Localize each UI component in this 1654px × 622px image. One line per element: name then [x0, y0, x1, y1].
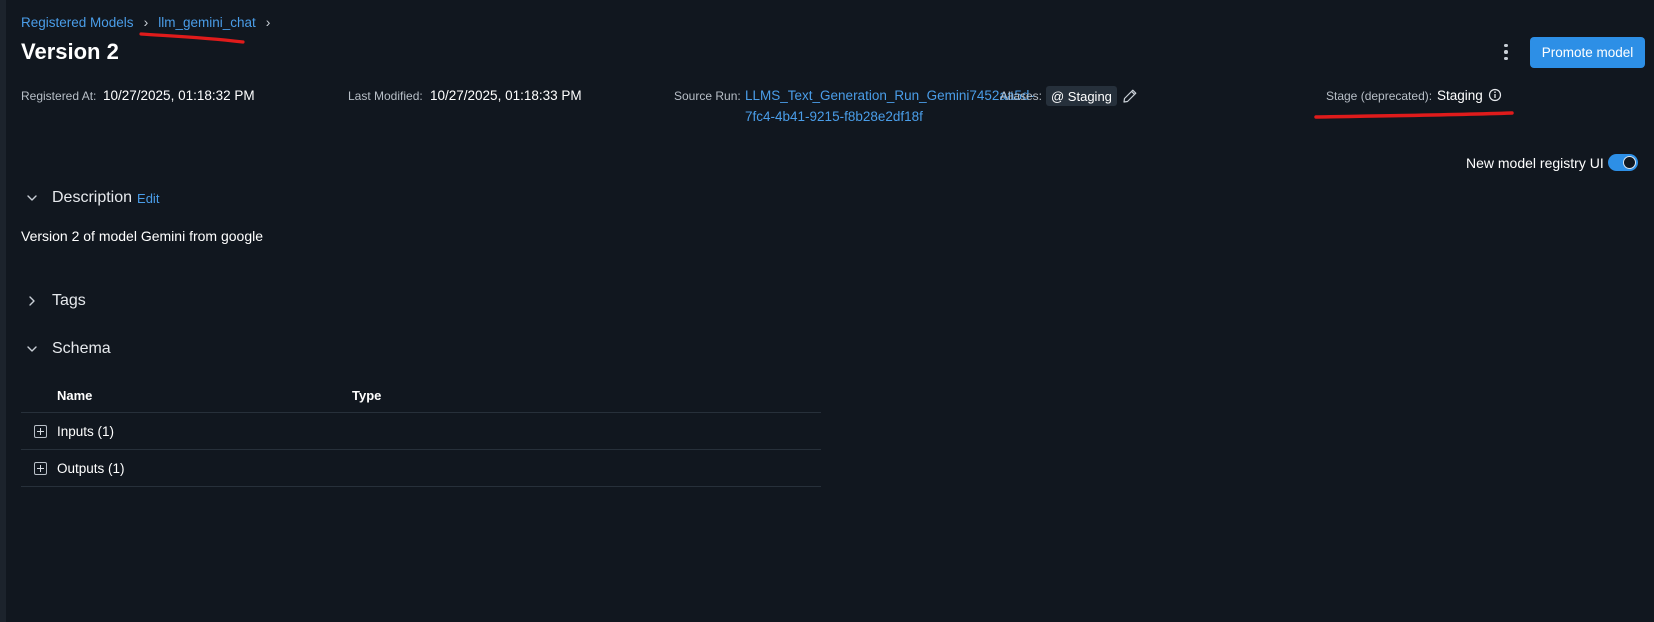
info-icon[interactable]	[1488, 88, 1502, 102]
schema-table: Name Type Inputs (1) Outputs (1)	[21, 378, 821, 487]
chevron-right-icon[interactable]	[24, 293, 40, 309]
source-run-label: Source Run:	[674, 89, 741, 103]
schema-row-name: Outputs (1)	[57, 460, 125, 476]
last-modified-value: 10/27/2025, 01:18:33 PM	[430, 88, 582, 103]
schema-section-header[interactable]: Schema	[24, 340, 111, 358]
schema-title: Schema	[52, 340, 111, 357]
aliases-label: Aliases:	[1000, 89, 1043, 103]
chevron-down-icon[interactable]	[24, 341, 40, 357]
description-text: Version 2 of model Gemini from google	[21, 228, 264, 244]
schema-column-type: Type	[352, 387, 382, 403]
pencil-icon[interactable]	[1122, 88, 1138, 104]
source-run-link-line2[interactable]: 7fc4-4b41-9215-f8b28e2df18f	[745, 109, 923, 124]
schema-row-name: Inputs (1)	[57, 423, 115, 439]
description-title: Description	[52, 189, 133, 206]
breadcrumb-separator-icon: ›	[265, 14, 271, 30]
breadcrumb-separator-icon: ›	[143, 14, 149, 30]
schema-column-name: Name	[57, 387, 93, 403]
tags-title: Tags	[52, 292, 86, 309]
new-registry-ui-toggle[interactable]	[1608, 154, 1638, 171]
stage-value: Staging	[1437, 88, 1483, 103]
breadcrumb-registered-models[interactable]: Registered Models	[21, 15, 134, 30]
plus-square-icon[interactable]	[34, 424, 47, 438]
left-edge-divider	[0, 0, 6, 622]
table-row[interactable]: Outputs (1)	[21, 450, 821, 487]
description-section-header[interactable]: Description Edit	[24, 189, 159, 207]
source-run-link-line1[interactable]: LLMS_Text_Generation_Run_Gemini7452aa5d-	[745, 88, 1034, 103]
last-modified-label: Last Modified:	[348, 89, 423, 103]
registered-at-value: 10/27/2025, 01:18:32 PM	[103, 88, 255, 103]
page-title: Version 2	[21, 39, 119, 64]
promote-model-button[interactable]: Promote model	[1530, 37, 1645, 68]
alias-chip[interactable]: @ Staging	[1046, 86, 1117, 106]
table-row[interactable]: Inputs (1)	[21, 413, 821, 450]
breadcrumb: Registered Models › llm_gemini_chat ›	[21, 14, 270, 30]
chevron-down-icon[interactable]	[24, 190, 40, 206]
registered-at-label: Registered At:	[21, 89, 97, 103]
description-edit-link[interactable]: Edit	[137, 191, 159, 206]
stage-label: Stage (deprecated):	[1326, 89, 1433, 103]
plus-square-icon[interactable]	[34, 461, 47, 475]
kebab-menu-icon[interactable]	[1497, 40, 1515, 64]
schema-table-header: Name Type	[21, 378, 821, 413]
breadcrumb-model-link[interactable]: llm_gemini_chat	[158, 15, 256, 30]
tags-section-header[interactable]: Tags	[24, 292, 86, 310]
new-registry-ui-label: New model registry UI	[1466, 155, 1604, 171]
